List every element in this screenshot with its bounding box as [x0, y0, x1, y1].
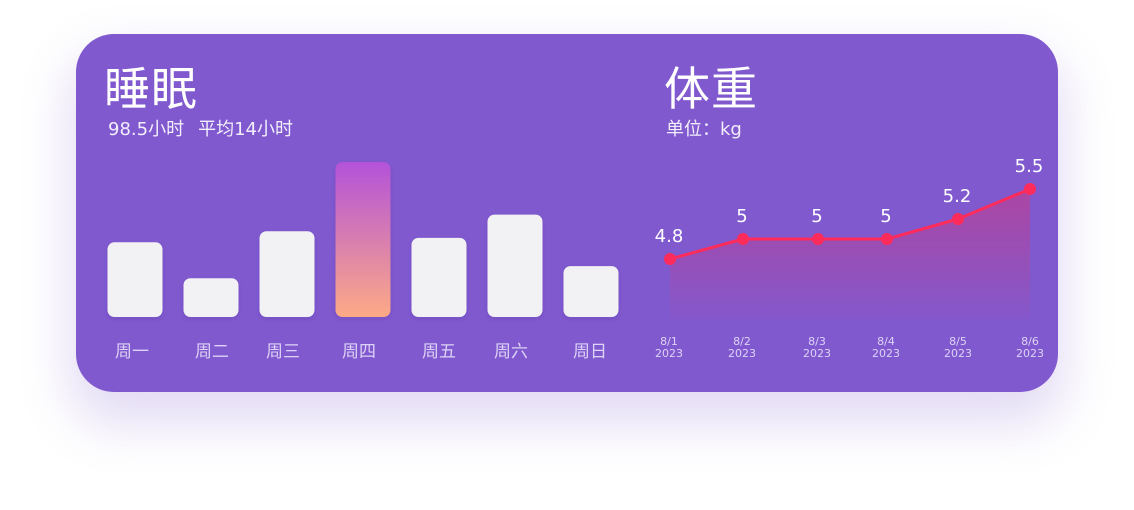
weight-area	[670, 189, 1030, 319]
sleep-day-label: 周一	[115, 342, 149, 362]
sleep-bar-周三	[259, 231, 315, 317]
weight-value-label: 5	[880, 206, 891, 227]
weight-value-label: 5.5	[1015, 156, 1044, 177]
weight-year-label: 2023	[655, 347, 683, 360]
weight-value-label: 5	[736, 206, 747, 227]
weight-point	[737, 233, 749, 245]
sleep-day-label: 周日	[573, 342, 607, 362]
sleep-bar-周四	[335, 162, 391, 317]
weight-point	[812, 233, 824, 245]
sleep-summary: 98.5小时 平均14小时	[108, 121, 293, 139]
weight-year-label: 2023	[1016, 347, 1044, 360]
weight-title: 体重	[664, 62, 758, 116]
sleep-bar-chart: 周一 周二 周三 周四 周五 周六 周日	[107, 162, 619, 362]
weight-line-chart: 4.88/1202358/2202358/3202358/420235.28/5…	[655, 156, 1044, 360]
health-card: 睡眠 98.5小时 平均14小时 体重 单位：kg 周一 周二 周三 周四 周五 周六 周日 …	[76, 34, 1058, 392]
weight-value-label: 5	[811, 206, 822, 227]
sleep-bar-周日	[563, 266, 619, 317]
weight-value-label: 4.8	[655, 226, 684, 247]
sleep-average: 平均14小时	[198, 119, 293, 140]
weight-value-label: 5.2	[943, 186, 972, 207]
sleep-title: 睡眠	[104, 62, 198, 116]
sleep-day-label: 周四	[342, 342, 376, 362]
sleep-bar-周六	[487, 214, 543, 317]
sleep-total: 98.5小时	[108, 119, 185, 140]
weight-point	[881, 233, 893, 245]
sleep-day-label: 周二	[195, 342, 229, 362]
weight-point	[1024, 183, 1036, 195]
weight-unit: 单位：kg	[666, 119, 742, 140]
sleep-bar-周二	[183, 278, 239, 317]
weight-year-label: 2023	[728, 347, 756, 360]
sleep-day-label: 周三	[266, 342, 300, 362]
weight-year-label: 2023	[803, 347, 831, 360]
weight-year-label: 2023	[944, 347, 972, 360]
sleep-day-label: 周五	[422, 342, 456, 362]
sleep-bar-周五	[411, 237, 467, 317]
weight-point	[952, 213, 964, 225]
weight-year-label: 2023	[872, 347, 900, 360]
weight-point	[664, 253, 676, 265]
sleep-bar-周一	[107, 242, 163, 317]
sleep-day-label: 周六	[494, 342, 528, 362]
